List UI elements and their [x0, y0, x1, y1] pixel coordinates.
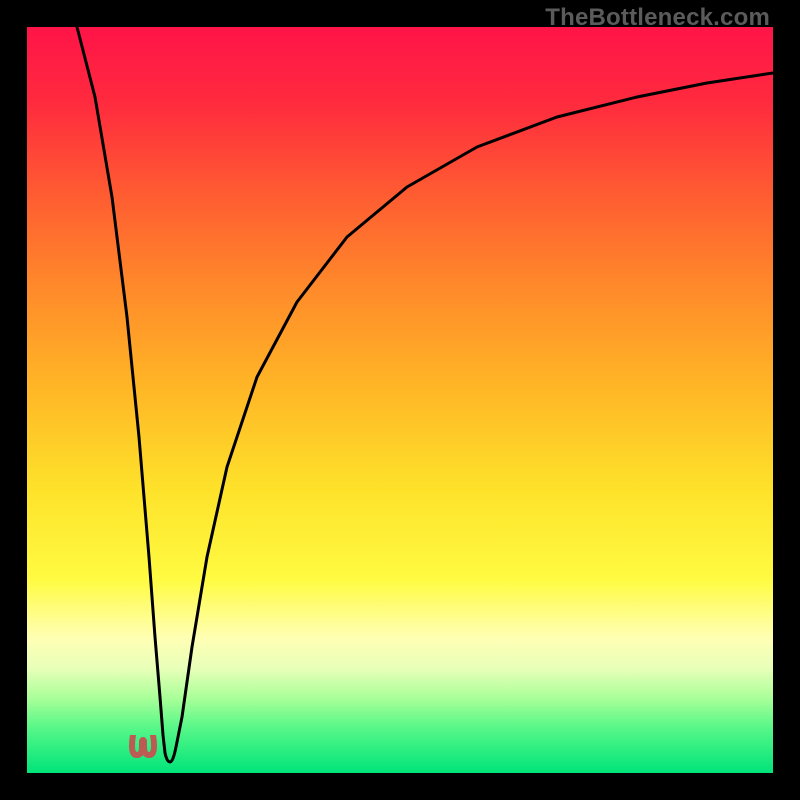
- bottleneck-curve: [27, 27, 773, 773]
- valley-marker: [129, 735, 157, 759]
- valley-marker-shape: [132, 735, 154, 755]
- chart-frame: TheBottleneck.com: [0, 0, 800, 800]
- curve-path: [77, 27, 773, 762]
